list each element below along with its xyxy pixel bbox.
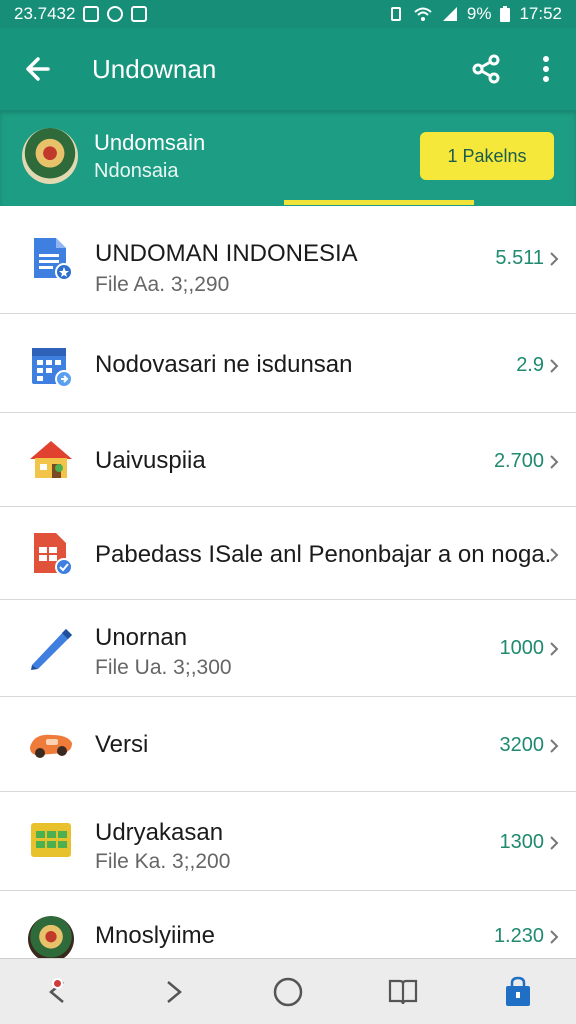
item-title: Uaivuspiia [95,447,206,474]
item-subtitle: File Aa. 3;,290 [95,273,230,296]
item-title: Unornan [95,624,188,651]
item-value: 1000 [499,637,545,659]
list-item[interactable]: Mnoslyiime 1.230 [0,891,576,962]
signal-icon [442,7,457,21]
share-icon [472,54,500,84]
chevron-right-icon [550,930,559,944]
status-bar: 23.7432 9% 17:52 [0,0,576,28]
list-item[interactable]: Versi 3200 [0,697,576,792]
nav-store-button[interactable] [488,962,548,1022]
more-options-button[interactable] [516,28,576,110]
status-right: 9% 17:52 [387,4,562,24]
document-icon [34,238,73,281]
item-value: 2.700 [493,450,544,472]
nav-home-button[interactable] [258,962,318,1022]
item-value: 3200 [499,734,545,756]
chevron-right-icon [550,739,559,753]
calendar-sheet-icon [32,348,73,388]
wifi-icon [414,7,432,21]
item-title: Nodovasari ne isdunsan [95,351,353,378]
folder-grid-icon [31,823,71,857]
item-value: 1.230 [493,925,544,947]
chevron-right-icon [550,455,559,469]
chevron-right-icon [550,252,559,266]
chevron-right-icon [550,836,559,850]
vibrate-icon [390,7,401,21]
book-icon [389,979,418,1004]
garuda-emblem-icon [28,916,74,962]
tab-indicator [284,200,474,205]
item-value: 1300 [499,831,545,853]
status-left: 23.7432 [14,4,148,24]
chevron-right-icon [550,548,559,562]
pencil-icon [31,629,72,670]
more-vert-icon [543,56,549,82]
garuda-emblem-icon [22,128,78,184]
nav-forward-button[interactable] [143,962,203,1022]
chevron-right-icon [166,980,182,1003]
vehicle-icon [30,734,72,758]
item-title: Mnoslyiime [95,922,216,949]
header-card: Undomsain Ndonsaia 1 Pakelns [0,110,576,206]
circle-home-icon [273,977,303,1006]
package-button[interactable]: 1 Pakelns [420,132,554,180]
list-item[interactable]: Pabedass ISale anl Penonbajar a on noga. [0,507,576,600]
chevron-right-icon [550,359,559,373]
list-item[interactable]: Udryakasan File Ka. 3;,200 1300 [0,792,576,891]
chevron-right-icon [550,642,559,656]
app-title: Undownan [92,53,217,84]
nav-back-button[interactable] [28,962,88,1022]
back-button[interactable] [0,28,76,110]
shopping-bag-icon [506,976,531,1006]
list-item[interactable]: Uaivuspiia 2.700 [0,413,576,507]
item-value: 5.511 [495,247,544,269]
item-title: Pabedass ISale anl Penonbajar a on noga. [95,541,552,568]
battery-percent: 9% [466,4,492,23]
status-left-text: 23.7432 [14,4,76,23]
header-subtitle: Ndonsaia [94,160,179,182]
notification-icon [83,6,100,22]
list-item[interactable]: UNDOMAN INDONESIA File Aa. 3;,290 5.511 [0,206,576,314]
navigation-bar [0,958,576,1024]
app-bar: Undownan [0,28,576,110]
arrow-back-icon [26,57,50,81]
list-item[interactable]: Unornan File Ua. 3;,300 1000 [0,600,576,697]
house-icon [30,441,72,478]
header-title: Undomsain [94,130,206,155]
status-time: 17:52 [519,4,562,23]
spreadsheet-icon [34,533,73,576]
item-subtitle: File Ua. 3;,300 [95,656,232,679]
item-value: 2.9 [516,354,544,376]
item-title: Udryakasan [95,819,224,846]
notification-dot [51,977,63,989]
item-subtitle: File Ka. 3;,200 [95,850,231,873]
item-title: Versi [95,731,149,758]
item-title: UNDOMAN INDONESIA [95,240,358,267]
nav-book-button[interactable] [373,962,433,1022]
chat-icon [107,6,124,22]
share-button[interactable] [456,28,516,110]
item-list: UNDOMAN INDONESIA File Aa. 3;,290 5.511 … [0,206,576,962]
battery-icon [500,6,511,22]
cat-icon [131,6,148,22]
list-item[interactable]: Nodovasari ne isdunsan 2.9 [0,314,576,413]
